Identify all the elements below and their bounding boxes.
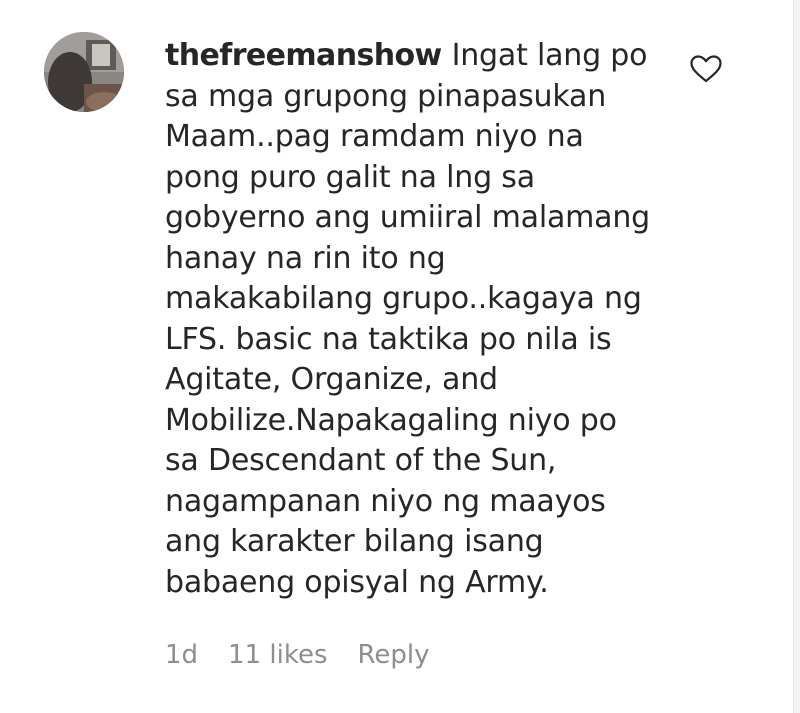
comment-item: thefreemanshow Ingat lang po sa mga grupo…	[0, 0, 800, 713]
comment-text-line: pong puro galit na lng sa	[165, 159, 535, 195]
comment-text-line: ang karakter bilang isang	[165, 524, 544, 559]
comment-text-line: Mobilize.Napakagaling niyo po	[165, 402, 617, 438]
comment-text-line: hanay na rin ito ng	[165, 240, 446, 276]
comment-text-line: Ingat lang po	[451, 38, 648, 73]
comment-text-line: babaeng opisyal ng Army.	[165, 564, 549, 600]
comment-text-line: LFS. basic na taktika po nila is	[165, 321, 612, 357]
avatar[interactable]	[44, 32, 124, 112]
comment-meta: 1d 11 likes Reply	[165, 640, 430, 670]
comment-first-line: thefreemanshow Ingat lang po	[165, 36, 685, 77]
comment-text-line: sa mga grupong pinapasukan	[165, 78, 607, 114]
comment-body: thefreemanshow Ingat lang po sa mga grupo…	[165, 36, 685, 603]
comment-timestamp[interactable]: 1d	[165, 640, 198, 670]
comment-text-line: gobyerno ang umiiral malamang	[165, 200, 651, 235]
comment-text-line: Agitate, Organize, and	[165, 362, 498, 397]
scrollbar[interactable]	[793, 0, 800, 713]
heart-outline-icon	[690, 55, 722, 83]
comment-username[interactable]: thefreemanshow	[165, 38, 442, 73]
comment-text-line: Maam..pag ramdam niyo na	[165, 119, 584, 154]
reply-button[interactable]: Reply	[358, 640, 430, 670]
avatar-photo	[44, 32, 124, 112]
like-comment-button[interactable]	[690, 55, 722, 83]
comment-likes-count[interactable]: 11 likes	[228, 640, 327, 670]
comment-text-line: makakabilang grupo..kagaya ng	[165, 281, 642, 316]
comment-text-line: sa Descendant of the Sun,	[165, 443, 557, 478]
comment-text-line: nagampanan niyo ng maayos	[165, 483, 606, 519]
